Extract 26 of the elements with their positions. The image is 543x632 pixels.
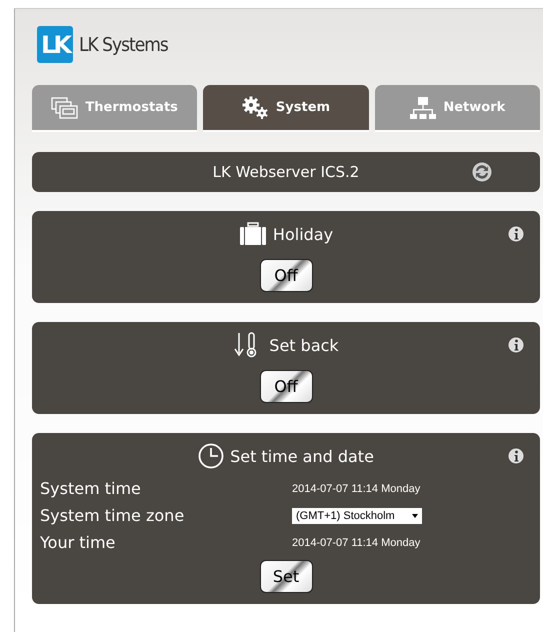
toggle-button[interactable]: Off (260, 370, 312, 403)
info-icon[interactable] (508, 226, 524, 242)
brand-logo: LK (37, 26, 73, 63)
gears-icon (242, 96, 270, 120)
refresh-icon[interactable] (472, 162, 492, 182)
info-icon[interactable] (508, 337, 524, 353)
toggle-button[interactable]: Off (260, 259, 312, 292)
brand-name: LK Systems (79, 34, 168, 56)
nav-tab[interactable]: System (203, 85, 369, 132)
clock-icon (198, 443, 224, 469)
info-icon[interactable] (508, 448, 524, 464)
network-icon (409, 96, 438, 120)
row-label: System time zone (40, 506, 186, 525)
panel-title: Set time and date (230, 446, 374, 466)
panel-title: Set back (269, 336, 339, 354)
thermostats-icon (51, 96, 80, 118)
set-button[interactable]: Set (260, 560, 312, 593)
row-label: System time (40, 479, 142, 498)
timezone-select[interactable]: (GMT+1) Stockholm (292, 508, 422, 524)
row-label: Your time (40, 533, 116, 552)
row-value: 2014-07-07 11:14 Monday (292, 536, 422, 548)
header-title: LK Webserver ICS.2 (212, 163, 360, 181)
panel-title: Holiday (272, 224, 334, 244)
suitcase-icon (238, 222, 267, 246)
row-value: 2014-07-07 11:14 Monday (292, 482, 422, 494)
dropdown-caret-icon (412, 514, 418, 518)
